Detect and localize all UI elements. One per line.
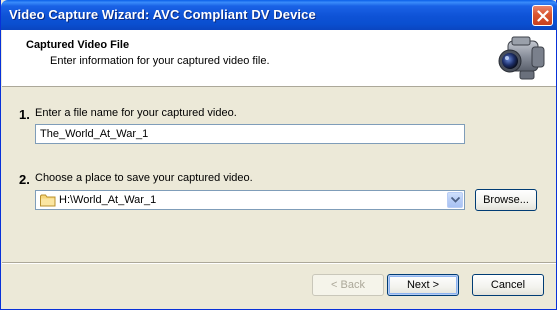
close-button[interactable] xyxy=(532,5,553,26)
cancel-button[interactable]: Cancel xyxy=(472,274,544,296)
chevron-down-icon xyxy=(451,197,460,203)
next-button[interactable]: Next > xyxy=(387,274,459,296)
title-bar[interactable]: Video Capture Wizard: AVC Compliant DV D… xyxy=(1,0,557,30)
browse-button[interactable]: Browse... xyxy=(475,189,537,211)
dropdown-button[interactable] xyxy=(447,192,463,208)
page-subtitle: Enter information for your captured vide… xyxy=(50,55,270,67)
folder-icon xyxy=(40,194,56,207)
step-2-label: Choose a place to save your captured vid… xyxy=(35,172,253,184)
wizard-window: Video Capture Wizard: AVC Compliant DV D… xyxy=(0,0,557,310)
filename-input[interactable]: The_World_At_War_1 xyxy=(35,124,465,144)
camcorder-icon xyxy=(498,36,545,80)
step-2-number: 2. xyxy=(19,172,30,187)
footer-divider xyxy=(2,262,556,264)
window-title: Video Capture Wizard: AVC Compliant DV D… xyxy=(9,7,316,22)
page-title: Captured Video File xyxy=(26,39,130,51)
back-button[interactable]: < Back xyxy=(312,274,384,296)
save-location-dropdown[interactable]: H:\World_At_War_1 xyxy=(35,190,465,210)
step-1-label: Enter a file name for your captured vide… xyxy=(35,107,237,119)
step-1-number: 1. xyxy=(19,107,30,122)
close-icon xyxy=(537,10,549,22)
save-location-value: H:\World_At_War_1 xyxy=(59,194,157,206)
wizard-header: Captured Video File Enter information fo… xyxy=(2,30,556,87)
